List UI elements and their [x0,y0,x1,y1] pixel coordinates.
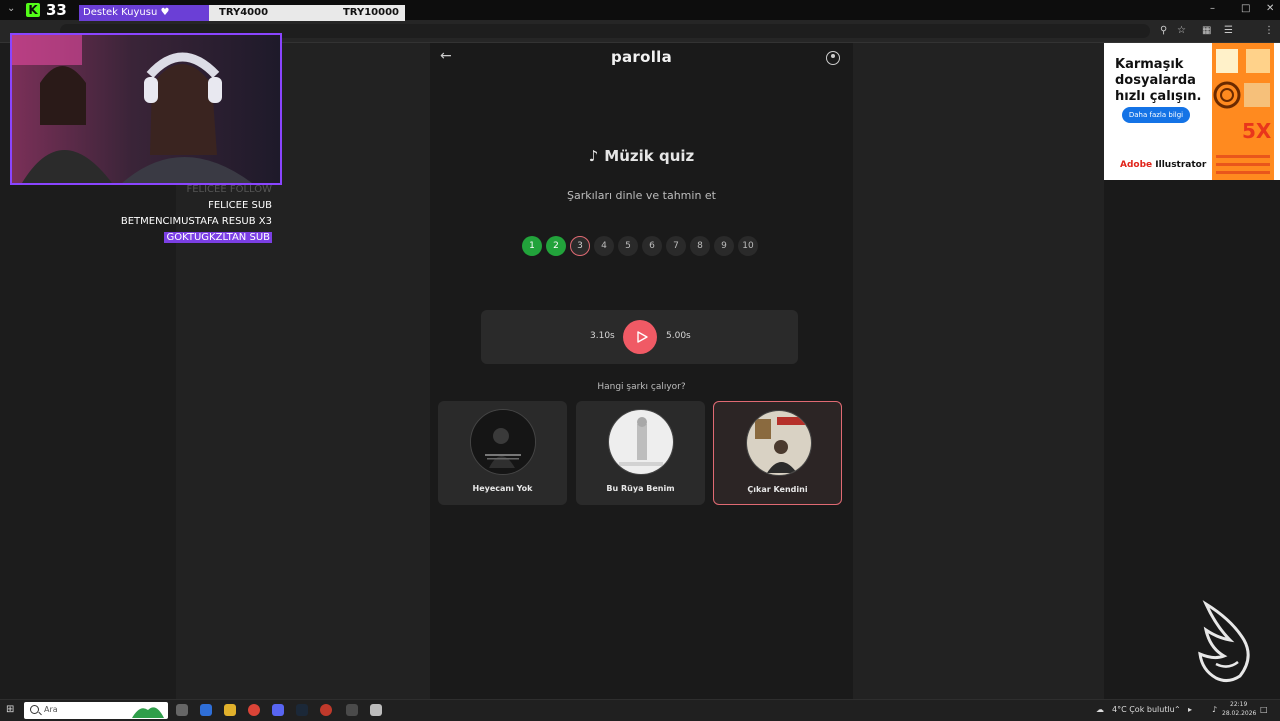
step-5: 5 [618,236,638,256]
clip-time-current: 3.10s [590,331,615,341]
ad-headline: Karmaşık dosyalarda hızlı çalışın. [1115,57,1202,104]
album-cover [746,410,812,476]
step-1: 1 [522,236,542,256]
windows-taskbar: ⊞ Ara ☁ 4°C Çok bulutlu ⌃ ▸ ♪ 22:19 28.0… [0,699,1280,721]
brand-logo[interactable]: parolla [430,48,853,66]
question-text: Hangi şarkı çalıyor? [597,382,686,392]
step-7: 7 [666,236,686,256]
album-cover [470,409,536,475]
quiz-app: ← parolla ♪ Müzik quiz Şarkıları dinle ve… [430,43,853,699]
bookmark-star-icon[interactable]: ☆ [1177,25,1186,36]
search-placeholder: Ara [44,705,58,714]
ad-artwork: 5X [1212,43,1274,180]
step-4: 4 [594,236,614,256]
clock-date[interactable]: 28.02.2026 [1222,710,1256,717]
chrome-icon[interactable] [248,704,260,716]
close-icon[interactable]: ✕ [1266,3,1274,14]
steam-icon[interactable] [296,704,308,716]
album-cover [608,409,674,475]
step-8: 8 [690,236,710,256]
ad-brand: Adobe Illustrator [1120,160,1206,170]
page-title-text: Müzik quiz [604,147,695,165]
answer-option-3[interactable]: Çıkar Kendini [713,401,842,505]
step-10: 10 [738,236,758,256]
app-header: ← parolla [430,43,853,73]
user-account-icon[interactable] [826,51,840,65]
chrome-active-icon[interactable] [346,704,358,716]
tray-chevron-icon[interactable]: ⌃ [1174,705,1181,714]
more-menu-icon[interactable]: ⋮ [1264,25,1274,36]
obs-icon[interactable] [320,704,332,716]
music-note-icon: ♪ [588,147,599,165]
weather-icon: ☁ [1096,705,1104,714]
zoom-icon[interactable]: ⚲ [1160,25,1167,36]
search-highlight-icon [132,707,164,718]
ad-brand-a: Adobe [1120,160,1153,170]
task-view-icon[interactable] [176,704,188,716]
minimize-icon[interactable]: – [1210,3,1215,14]
webcam-feed [10,33,282,185]
weather-text[interactable]: 4°C Çok bulutlu [1112,705,1175,714]
answer-label: Çıkar Kendini [747,485,808,494]
step-9: 9 [714,236,734,256]
page-subtitle: Şarkıları dinle ve tahmin et [567,189,716,202]
play-icon [637,331,648,343]
step-2: 2 [546,236,566,256]
ad-brand-b: Illustrator [1152,160,1207,170]
donation-goal-bar: TRY4000 TRY10000 [209,5,405,21]
tab-search-icon[interactable]: ☰ [1224,25,1233,36]
clock-time[interactable]: 22:19 [1230,701,1247,708]
answer-label: Heyecanı Yok [472,484,533,493]
dragon-logo-icon [1198,600,1250,683]
windows-start-icon[interactable]: ⊞ [6,704,14,715]
ad-art-text: 5X [1242,119,1272,143]
goal-current: TRY4000 [219,7,269,18]
kick-count: 33 [46,1,67,19]
shield-icon[interactable] [370,704,382,716]
restore-icon[interactable]: □ [1241,3,1250,14]
kick-logo: K [26,3,40,17]
play-button[interactable] [623,320,657,354]
stream-event: GOKTUGKZLTAN SUB [164,232,272,243]
volume-icon[interactable]: ♪ [1212,705,1217,714]
stream-event: FELICEE SUB [208,200,272,211]
answer-option-2[interactable]: Bu Rüya Benim [576,401,705,505]
answer-options: Heyecanı Yok Bu Rüya Benim Çıkar Kendini [438,401,843,505]
search-icon [30,705,39,714]
stream-event: FELICEE FOLLOW [186,184,272,195]
file-explorer-icon[interactable] [224,704,236,716]
stream-overlay-top: K 33 Destek Kuyusu ♥ TRY4000 TRY10000 [0,0,405,21]
ad-cta-button[interactable]: Daha fazla bilgi [1122,107,1190,123]
copilot-icon[interactable] [200,704,212,716]
page-title: ♪ Müzik quiz [430,147,853,165]
answer-option-1[interactable]: Heyecanı Yok [438,401,567,505]
audio-player: 3.10s 5.00s [481,310,798,364]
donation-goal-title: Destek Kuyusu ♥ [79,5,209,21]
step-3: 3 [570,236,590,256]
stream-event: BETMENCIMUSTAFA RESUB X3 [120,216,272,227]
question-stepper: 1 2 3 4 5 6 7 8 9 10 [522,236,762,256]
taskbar-search[interactable]: Ara [24,702,168,719]
step-6: 6 [642,236,662,256]
right-panel [853,43,1104,699]
clip-time-next: 5.00s [666,331,691,341]
advertisement[interactable]: Karmaşık dosyalarda hızlı çalışın. Daha … [1104,43,1280,180]
goal-target: TRY10000 [342,7,399,18]
discord-icon[interactable] [272,704,284,716]
network-icon[interactable]: ▸ [1188,705,1192,714]
answer-label: Bu Rüya Benim [606,484,675,493]
extensions-icon[interactable]: ▦ [1202,25,1211,36]
notifications-icon[interactable]: □ [1260,705,1268,714]
